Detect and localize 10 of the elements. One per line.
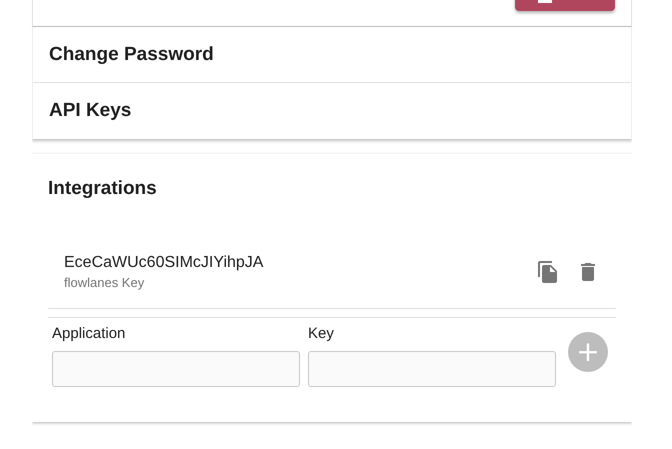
api-key-value: EceCaWUc60SIMcJIYihpJA: [64, 253, 264, 273]
copy-icon[interactable]: [536, 260, 560, 284]
section-header[interactable]: API Keys: [32, 83, 632, 139]
field-label: Application: [52, 324, 126, 344]
application-field[interactable]: [52, 351, 300, 387]
key-field[interactable]: [308, 351, 556, 387]
api-key-label: flowlanes Key: [64, 274, 146, 292]
section-title: Integrations: [48, 177, 158, 200]
section-header[interactable]: Change Password: [32, 27, 632, 83]
field-label: Key: [308, 324, 335, 344]
